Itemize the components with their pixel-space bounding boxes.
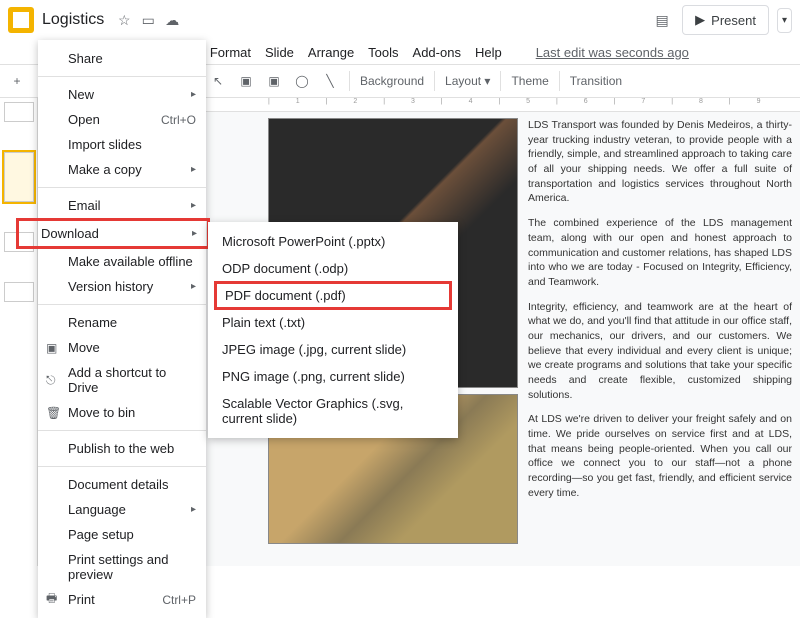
present-dropdown[interactable]: ▾ xyxy=(777,8,792,33)
folder-icon: ▣ xyxy=(46,341,60,355)
menu-help[interactable]: Help xyxy=(469,43,508,62)
download-odp[interactable]: ODP document (.odp) xyxy=(208,255,458,282)
download-jpg[interactable]: JPEG image (.jpg, current slide) xyxy=(208,336,458,363)
print-icon: 🖶 xyxy=(46,593,60,607)
file-import[interactable]: Import slides xyxy=(38,132,206,157)
image-icon[interactable]: ▣ xyxy=(265,72,283,90)
file-email[interactable]: Email▸ xyxy=(38,193,206,218)
thumb-2[interactable] xyxy=(4,152,34,202)
separator xyxy=(38,430,206,431)
download-pdf[interactable]: PDF document (.pdf) xyxy=(214,281,452,310)
file-shortcut[interactable]: ⎋Add a shortcut to Drive xyxy=(38,360,206,400)
transition-button[interactable]: Transition xyxy=(570,74,622,88)
file-move[interactable]: ▣Move xyxy=(38,335,206,360)
chevron-right-icon: ▸ xyxy=(192,228,197,239)
slide-para: The combined experience of the LDS manag… xyxy=(528,216,792,289)
shortcut: Ctrl+P xyxy=(162,593,196,607)
download-submenu: Microsoft PowerPoint (.pptx) ODP documen… xyxy=(208,222,458,438)
present-label: Present xyxy=(711,13,756,28)
chevron-right-icon: ▸ xyxy=(191,504,196,515)
file-movebin[interactable]: 🗑Move to bin xyxy=(38,400,206,425)
divider xyxy=(559,71,560,91)
file-share[interactable]: Share xyxy=(38,46,206,71)
download-pptx[interactable]: Microsoft PowerPoint (.pptx) xyxy=(208,228,458,255)
menu-arrange[interactable]: Arrange xyxy=(302,43,360,62)
file-print[interactable]: 🖶PrintCtrl+P xyxy=(38,587,206,612)
trash-icon: 🗑 xyxy=(46,406,60,420)
layout-button[interactable]: Layout ▾ xyxy=(445,74,490,88)
download-svg[interactable]: Scalable Vector Graphics (.svg, current … xyxy=(208,390,458,432)
line-icon[interactable]: ╲ xyxy=(321,72,339,90)
chevron-right-icon: ▸ xyxy=(191,281,196,292)
file-printprev[interactable]: Print settings and preview xyxy=(38,547,206,587)
cloud-icon[interactable]: ☁ xyxy=(164,12,180,28)
background-button[interactable]: Background xyxy=(360,74,424,88)
divider xyxy=(349,71,350,91)
thumb-4[interactable] xyxy=(4,282,34,302)
file-offline[interactable]: Make available offline xyxy=(38,249,206,274)
comments-icon[interactable]: ▤ xyxy=(654,12,670,28)
file-makecopy[interactable]: Make a copy▸ xyxy=(38,157,206,182)
shape-icon[interactable]: ◯ xyxy=(293,72,311,90)
menu-tools[interactable]: Tools xyxy=(362,43,404,62)
doc-title[interactable]: Logistics xyxy=(42,11,104,29)
download-txt[interactable]: Plain text (.txt) xyxy=(208,309,458,336)
header: Logistics ☆ ▭ ☁ ▤ ▶ Present ▾ xyxy=(0,0,800,40)
file-new[interactable]: New▸ xyxy=(38,82,206,107)
file-download[interactable]: Download▸ xyxy=(16,218,210,249)
slide-para: Integrity, efficiency, and teamwork are … xyxy=(528,300,792,403)
divider xyxy=(434,71,435,91)
download-png[interactable]: PNG image (.png, current slide) xyxy=(208,363,458,390)
separator xyxy=(38,187,206,188)
separator xyxy=(38,76,206,77)
file-open[interactable]: OpenCtrl+O xyxy=(38,107,206,132)
chevron-right-icon: ▸ xyxy=(191,164,196,175)
menu-addons[interactable]: Add-ons xyxy=(407,43,467,62)
menu-slide[interactable]: Slide xyxy=(259,43,300,62)
divider xyxy=(500,71,501,91)
new-slide-button[interactable]: + xyxy=(8,72,26,90)
file-docdetails[interactable]: Document details xyxy=(38,472,206,497)
file-menu: Share New▸ OpenCtrl+O Import slides Make… xyxy=(38,40,206,618)
shortcut: Ctrl+O xyxy=(161,113,196,127)
star-icon[interactable]: ☆ xyxy=(116,12,132,28)
last-edit[interactable]: Last edit was seconds ago xyxy=(530,43,695,62)
shortcut-icon: ⎋ xyxy=(46,373,60,387)
select-icon[interactable]: ↖ xyxy=(209,72,227,90)
file-rename[interactable]: Rename xyxy=(38,310,206,335)
theme-button[interactable]: Theme xyxy=(511,74,548,88)
chevron-right-icon: ▸ xyxy=(191,89,196,100)
present-icon: ▶ xyxy=(695,12,705,28)
file-language[interactable]: Language▸ xyxy=(38,497,206,522)
separator xyxy=(38,466,206,467)
present-button[interactable]: ▶ Present xyxy=(682,5,769,35)
slide-textbox[interactable]: LDS Transport was founded by Denis Medei… xyxy=(528,118,798,544)
separator xyxy=(38,304,206,305)
textbox-icon[interactable]: ▣ xyxy=(237,72,255,90)
menu-format[interactable]: Format xyxy=(204,43,257,62)
file-pagesetup[interactable]: Page setup xyxy=(38,522,206,547)
slide-para: At LDS we're driven to deliver your frei… xyxy=(528,412,792,500)
slides-logo[interactable] xyxy=(8,7,34,33)
file-publish[interactable]: Publish to the web xyxy=(38,436,206,461)
thumb-1[interactable] xyxy=(4,102,34,122)
filmstrip[interactable] xyxy=(0,98,38,566)
slide-para: LDS Transport was founded by Denis Medei… xyxy=(528,118,792,206)
chevron-right-icon: ▸ xyxy=(191,200,196,211)
file-version[interactable]: Version history▸ xyxy=(38,274,206,299)
move-icon[interactable]: ▭ xyxy=(140,12,156,28)
